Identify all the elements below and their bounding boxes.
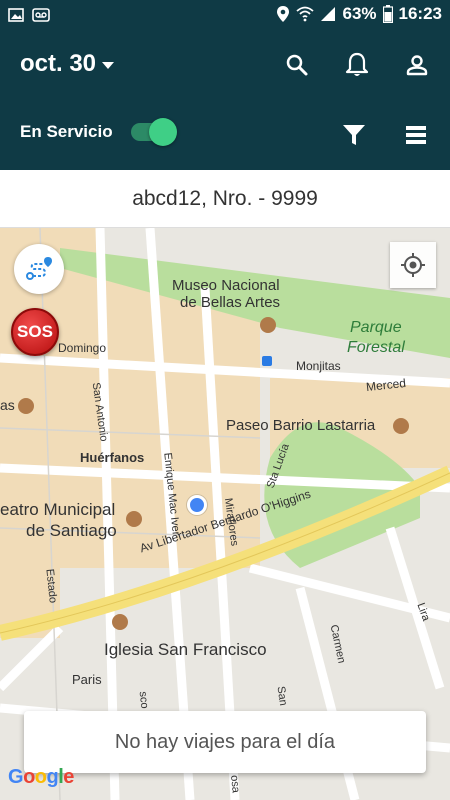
map-label-as: as (0, 397, 15, 413)
map-label-forestal: Forestal (347, 339, 405, 356)
status-bar: 63% 16:23 (0, 0, 450, 30)
map-label-parque: Parque (350, 319, 402, 336)
map-label-paris: Paris (72, 672, 102, 687)
metro-icon (262, 356, 272, 366)
location-icon (277, 6, 290, 22)
map-label-monjitas: Monjitas (296, 359, 341, 373)
google-logo: Google (8, 766, 74, 788)
map-label-paseo: Paseo Barrio Lastarria (226, 417, 376, 434)
battery-percent: 63% (342, 4, 377, 23)
map-label-iglesia: Iglesia San Francisco (104, 640, 267, 659)
empty-trips-message: No hay viajes para el día (24, 711, 426, 773)
gallery-icon (8, 8, 24, 22)
chevron-down-icon (102, 62, 115, 69)
museum-icon (18, 398, 34, 414)
my-location-button[interactable] (390, 242, 436, 288)
notifications-button[interactable] (342, 50, 372, 80)
profile-button[interactable] (402, 50, 432, 80)
route-icon (26, 257, 52, 280)
map-label-teatro-2: de Santiago (26, 521, 117, 540)
map-label-sco: sco (136, 690, 151, 710)
menu-icon (406, 126, 426, 144)
route-button[interactable] (14, 244, 64, 294)
person-icon (406, 55, 428, 76)
wifi-icon (296, 6, 315, 22)
map-label-san: San (274, 685, 290, 707)
map-label-teatro: eatro Municipal (0, 500, 116, 519)
app-bar: oct. 30 En Servicio (0, 30, 450, 170)
sos-label: SOS (17, 322, 53, 341)
service-label: En Servicio (20, 122, 113, 141)
filter-icon (343, 125, 365, 145)
map-label-domingo: Domingo (58, 341, 107, 355)
map-view[interactable]: Museo Nacional de Bellas Artes Parque Fo… (0, 228, 450, 800)
clock: 16:23 (398, 4, 442, 23)
date-label: oct. 30 (20, 50, 97, 77)
map-label-osa: osa (227, 774, 242, 794)
search-icon (286, 54, 308, 76)
battery-icon (382, 5, 393, 23)
voicemail-icon (32, 8, 50, 22)
bell-icon (345, 52, 369, 76)
theater-icon (126, 511, 142, 527)
map-label-museo-2: de Bellas Artes (180, 294, 281, 311)
toggle-knob (148, 118, 177, 146)
date-selector[interactable]: oct. 30 (20, 50, 115, 78)
search-button[interactable] (282, 50, 312, 80)
crosshair-icon (401, 253, 425, 277)
filter-button[interactable] (340, 121, 368, 149)
church-icon (112, 614, 128, 630)
menu-button[interactable] (402, 121, 430, 149)
trip-title: abcd12, Nro. - 9999 (0, 170, 450, 228)
sos-button[interactable]: SOS (11, 308, 59, 356)
map-label-museo: Museo Nacional (172, 277, 280, 294)
museum-icon (393, 418, 409, 434)
museum-icon (260, 317, 276, 333)
user-location-dot (187, 495, 207, 515)
service-toggle[interactable] (130, 118, 177, 146)
signal-icon (321, 7, 336, 21)
map-label-huerfanos: Huérfanos (80, 450, 145, 465)
